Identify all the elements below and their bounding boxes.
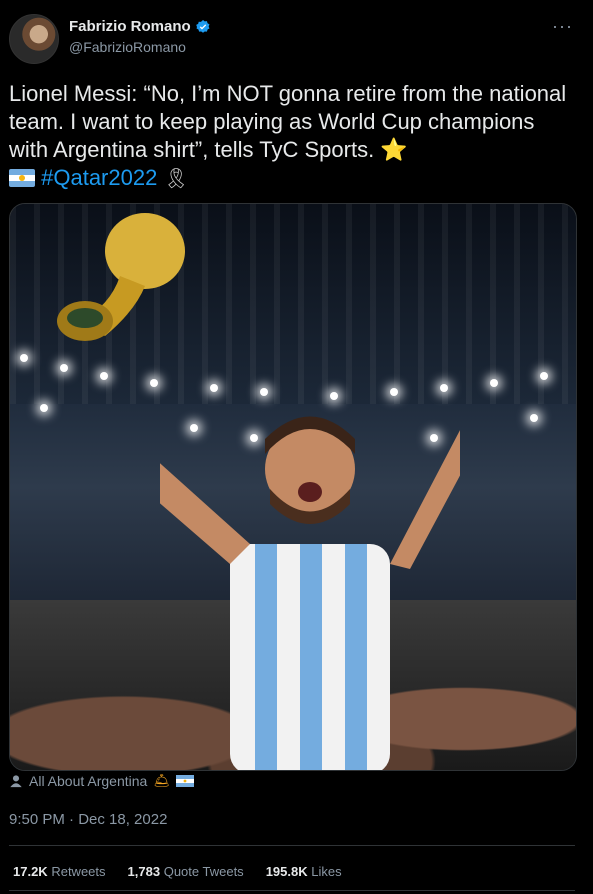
verified-badge-icon [195,19,210,33]
quotes-count: 1,783 [127,864,161,879]
likes-label: Likes [311,864,342,879]
argentina-flag-icon [9,169,35,187]
retweets-stat[interactable]: 17.2K Retweets [13,864,106,879]
retweets-label: Retweets [51,864,106,879]
author-name-row[interactable]: Fabrizio Romano [69,18,211,35]
avatar[interactable] [9,14,59,64]
player-figure [160,416,460,770]
quotes-label: Quote Tweets [163,864,244,879]
divider-bottom [9,890,575,891]
divider-top [9,845,575,846]
bell-icon: 🛎 [153,773,170,788]
star-emoji: ⭐ [380,137,408,162]
likes-count: 195.8K [265,864,308,879]
person-icon [10,775,22,788]
hashtag-link[interactable]: #Qatar2022 [41,165,157,190]
quote-tweets-stat[interactable]: 1,783 Quote Tweets [128,864,244,879]
argentina-mini-flag-icon [175,775,194,787]
author-block[interactable]: Fabrizio Romano @FabrizioRomano [69,18,211,55]
tweet-text: Lionel Messi: “No, I’m NOT gonna retire … [9,80,579,193]
tweet-body: Lionel Messi: “No, I’m NOT gonna retire … [9,81,567,162]
author-handle[interactable]: @FabrizioRomano [69,39,211,55]
tweet-stats: 17.2K Retweets 1,783 Quote Tweets 195.8K… [13,864,342,879]
tweet-photo[interactable] [9,203,577,771]
ribbon-emoji: 🎗 [163,168,189,190]
tweet-header: Fabrizio Romano @FabrizioRomano ··· [9,14,593,64]
world-cup-trophy [57,213,185,341]
tweet-timestamp[interactable]: 9:50 PM · Dec 18, 2022 [9,811,167,828]
likes-stat[interactable]: 195.8K Likes [266,864,342,879]
attribution-label[interactable]: All About Argentina [29,773,147,789]
more-options-icon[interactable]: ··· [552,16,573,37]
retweets-count: 17.2K [13,864,48,879]
author-display-name[interactable]: Fabrizio Romano [69,18,191,35]
photo-attribution[interactable]: All About Argentina 🛎 [9,773,194,789]
